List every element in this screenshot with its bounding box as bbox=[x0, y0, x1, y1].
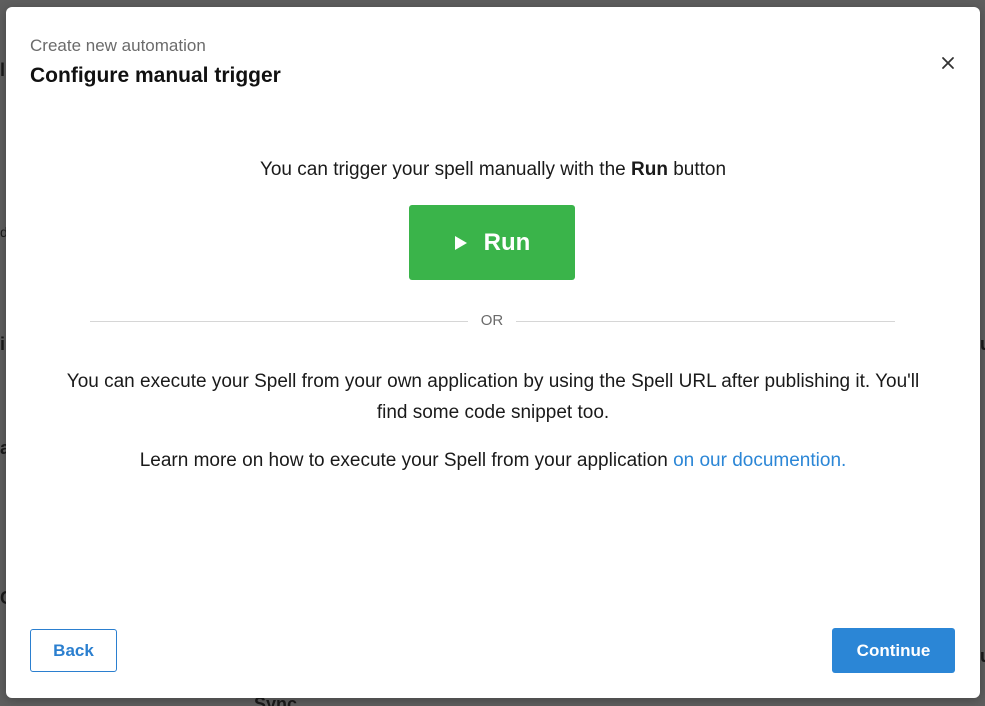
learn-more-text: Learn more on how to execute your Spell … bbox=[6, 448, 980, 474]
configure-trigger-modal: Create new automation Configure manual t… bbox=[6, 7, 980, 698]
background-fragment: i bbox=[0, 334, 6, 354]
close-button[interactable] bbox=[936, 51, 960, 75]
continue-button[interactable]: Continue bbox=[832, 628, 955, 673]
learn-more-label: Learn more on how to execute your Spell … bbox=[139, 450, 674, 471]
divider-line-left bbox=[90, 321, 468, 322]
divider-line-right bbox=[516, 321, 895, 322]
modal-title: Configure manual trigger bbox=[30, 64, 281, 87]
play-icon bbox=[454, 235, 468, 251]
background-fragment: u bbox=[980, 646, 985, 667]
close-icon bbox=[936, 51, 960, 75]
run-button-label: Run bbox=[483, 228, 531, 256]
run-button[interactable]: Run bbox=[409, 205, 575, 280]
modal-subtitle: Create new automation bbox=[30, 36, 206, 55]
intro-text: You can trigger your spell manually with… bbox=[259, 159, 631, 180]
background-fragment: l bbox=[0, 60, 6, 80]
back-button[interactable]: Back bbox=[30, 629, 117, 672]
divider-or-label: OR bbox=[480, 312, 504, 329]
intro-run-emphasis: Run bbox=[631, 159, 668, 180]
background-fragment: u bbox=[980, 334, 985, 355]
execute-from-application-text: You can execute your Spell from your own… bbox=[66, 371, 920, 423]
manual-trigger-instructions: You can trigger your spell manually with… bbox=[6, 158, 980, 182]
intro-text-end: button bbox=[667, 159, 727, 180]
documentation-link[interactable]: on our documention. bbox=[673, 450, 846, 471]
